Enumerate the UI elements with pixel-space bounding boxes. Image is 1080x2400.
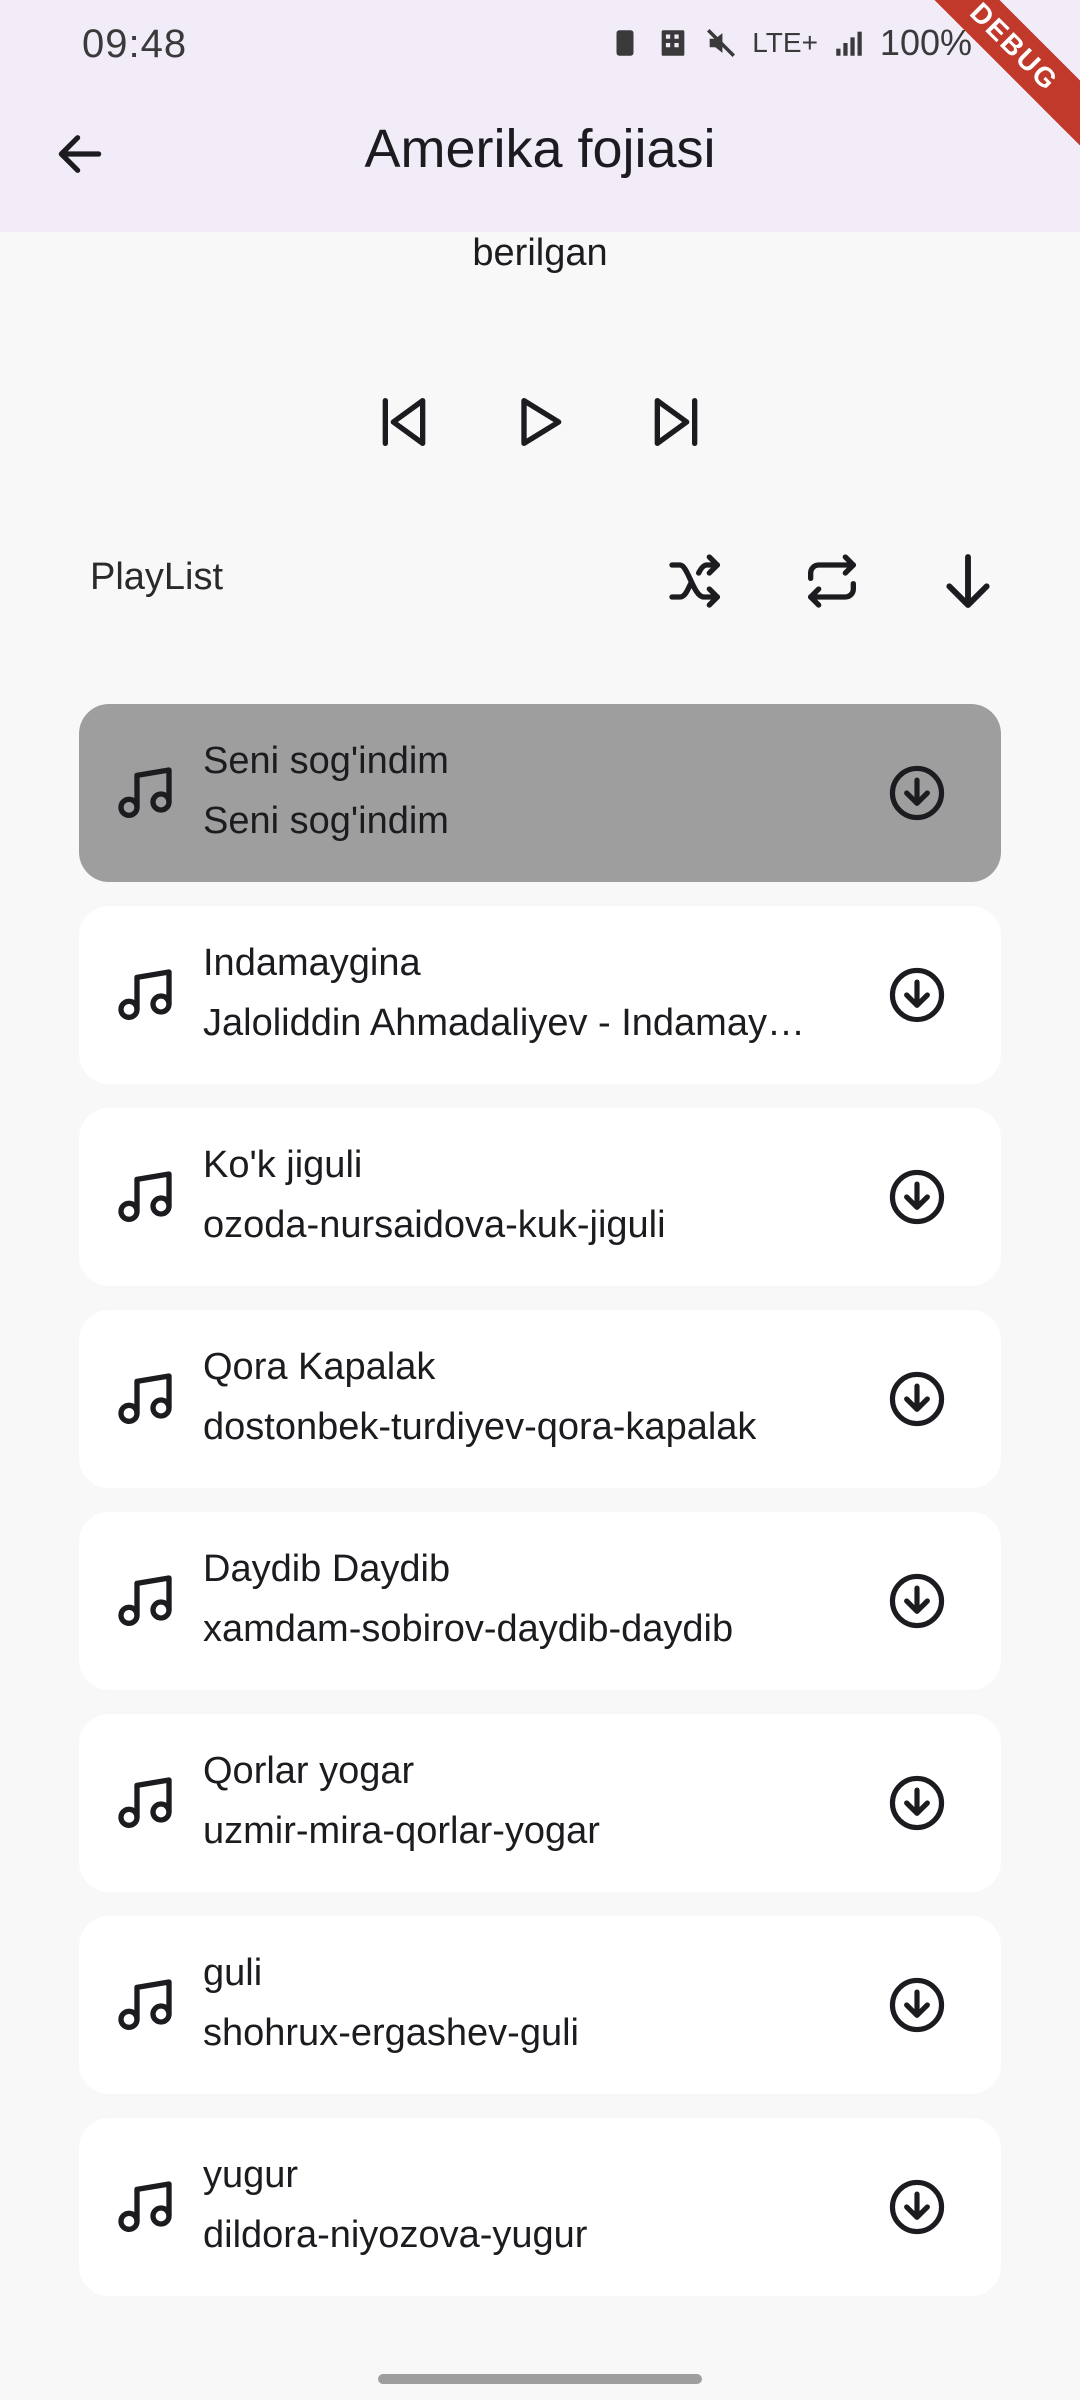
download-button[interactable] <box>885 761 949 825</box>
sim-icon <box>616 30 634 56</box>
music-note-icon <box>113 1974 177 2038</box>
song-list: Seni sog'indim Seni sog'indim Indamaygin… <box>79 704 1001 2320</box>
now-playing-subtitle: berilgan <box>472 232 608 274</box>
download-circle-icon <box>889 765 945 821</box>
song-subtitle: Seni sog'indim <box>203 800 449 842</box>
music-note-icon <box>113 1570 177 1634</box>
song-item-5[interactable]: Daydib Daydib xamdam-sobirov-daydib-dayd… <box>79 1512 1001 1690</box>
song-item-6[interactable]: Qorlar yogar uzmir-mira-qorlar-yogar <box>79 1714 1001 1892</box>
play-icon <box>521 398 562 446</box>
arrow-down-icon <box>946 554 990 608</box>
download-circle-icon <box>889 967 945 1023</box>
status-time: 09:48 <box>82 22 188 66</box>
battery-label: 100% <box>879 22 972 63</box>
repeat-icon <box>808 554 856 608</box>
download-button[interactable] <box>885 1569 949 1633</box>
song-subtitle: ozoda-nursaidova-kuk-jiguli <box>203 1204 666 1246</box>
music-note-icon <box>113 762 177 826</box>
download-circle-icon <box>889 1977 945 2033</box>
app-bar: 09:48 LTE+ 100% DEBUG Amerika fojiasi <box>0 0 1080 232</box>
repeat-button[interactable] <box>792 541 872 621</box>
home-indicator[interactable] <box>378 2374 702 2384</box>
download-circle-icon <box>889 1775 945 1831</box>
status-icons: LTE+ 100% <box>608 22 1020 64</box>
song-title: Qorlar yogar <box>203 1750 415 1792</box>
page-title: Amerika fojiasi <box>364 119 716 179</box>
song-title: Qora Kapalak <box>203 1346 436 1388</box>
song-item-7[interactable]: guli shohrux-ergashev-guli <box>79 1916 1001 2094</box>
download-button[interactable] <box>885 963 949 1027</box>
song-title: Indamaygina <box>203 942 421 984</box>
song-item-3[interactable]: Ko'k jiguli ozoda-nursaidova-kuk-jiguli <box>79 1108 1001 1286</box>
download-circle-icon <box>889 1573 945 1629</box>
music-note-icon <box>113 1772 177 1836</box>
download-button[interactable] <box>885 1973 949 2037</box>
mute-icon <box>707 28 736 58</box>
skip-next-icon <box>654 398 698 446</box>
player-controls <box>0 382 1080 462</box>
building-icon <box>661 30 685 56</box>
download-circle-icon <box>889 2179 945 2235</box>
song-title: guli <box>203 1952 263 1994</box>
song-subtitle: shohrux-ergashev-guli <box>203 2012 579 2054</box>
play-button[interactable] <box>503 382 577 462</box>
music-note-icon <box>113 2176 177 2240</box>
music-note-icon <box>113 964 177 1028</box>
song-item-2[interactable]: Indamaygina Jaloliddin Ahmadaliyev - Ind… <box>79 906 1001 1084</box>
song-subtitle: Jaloliddin Ahmadaliyev - Indamaygina <box>203 1002 813 1044</box>
download-button[interactable] <box>885 2175 949 2239</box>
song-subtitle: dildora-niyozova-yugur <box>203 2214 588 2256</box>
shuffle-icon <box>669 554 720 608</box>
previous-button[interactable] <box>367 382 441 462</box>
playlist-label: PlayList <box>90 556 224 598</box>
song-title: Ko'k jiguli <box>203 1144 363 1186</box>
music-note-icon <box>113 1166 177 1230</box>
song-title: Daydib Daydib <box>203 1548 451 1590</box>
song-subtitle: uzmir-mira-qorlar-yogar <box>203 1810 600 1852</box>
song-title: Seni sog'indim <box>203 740 449 782</box>
song-subtitle: xamdam-sobirov-daydib-daydib <box>203 1608 734 1650</box>
song-item-1[interactable]: Seni sog'indim Seni sog'indim <box>79 704 1001 882</box>
song-item-4[interactable]: Qora Kapalak dostonbek-turdiyev-qora-kap… <box>79 1310 1001 1488</box>
music-note-icon <box>113 1368 177 1432</box>
skip-previous-icon <box>382 398 426 446</box>
next-button[interactable] <box>639 382 713 462</box>
song-item-8[interactable]: yugur dildora-niyozova-yugur <box>79 2118 1001 2296</box>
song-title: yugur <box>203 2154 299 2196</box>
download-circle-icon <box>889 1169 945 1225</box>
download-button[interactable] <box>885 1165 949 1229</box>
download-button[interactable] <box>885 1771 949 1835</box>
song-subtitle: dostonbek-turdiyev-qora-kapalak <box>203 1406 757 1448</box>
download-button[interactable] <box>885 1367 949 1431</box>
shuffle-button[interactable] <box>656 541 736 621</box>
network-label: LTE+ <box>752 27 818 58</box>
download-all-button[interactable] <box>928 541 1008 621</box>
signal-icon <box>836 31 862 56</box>
download-circle-icon <box>889 1371 945 1427</box>
